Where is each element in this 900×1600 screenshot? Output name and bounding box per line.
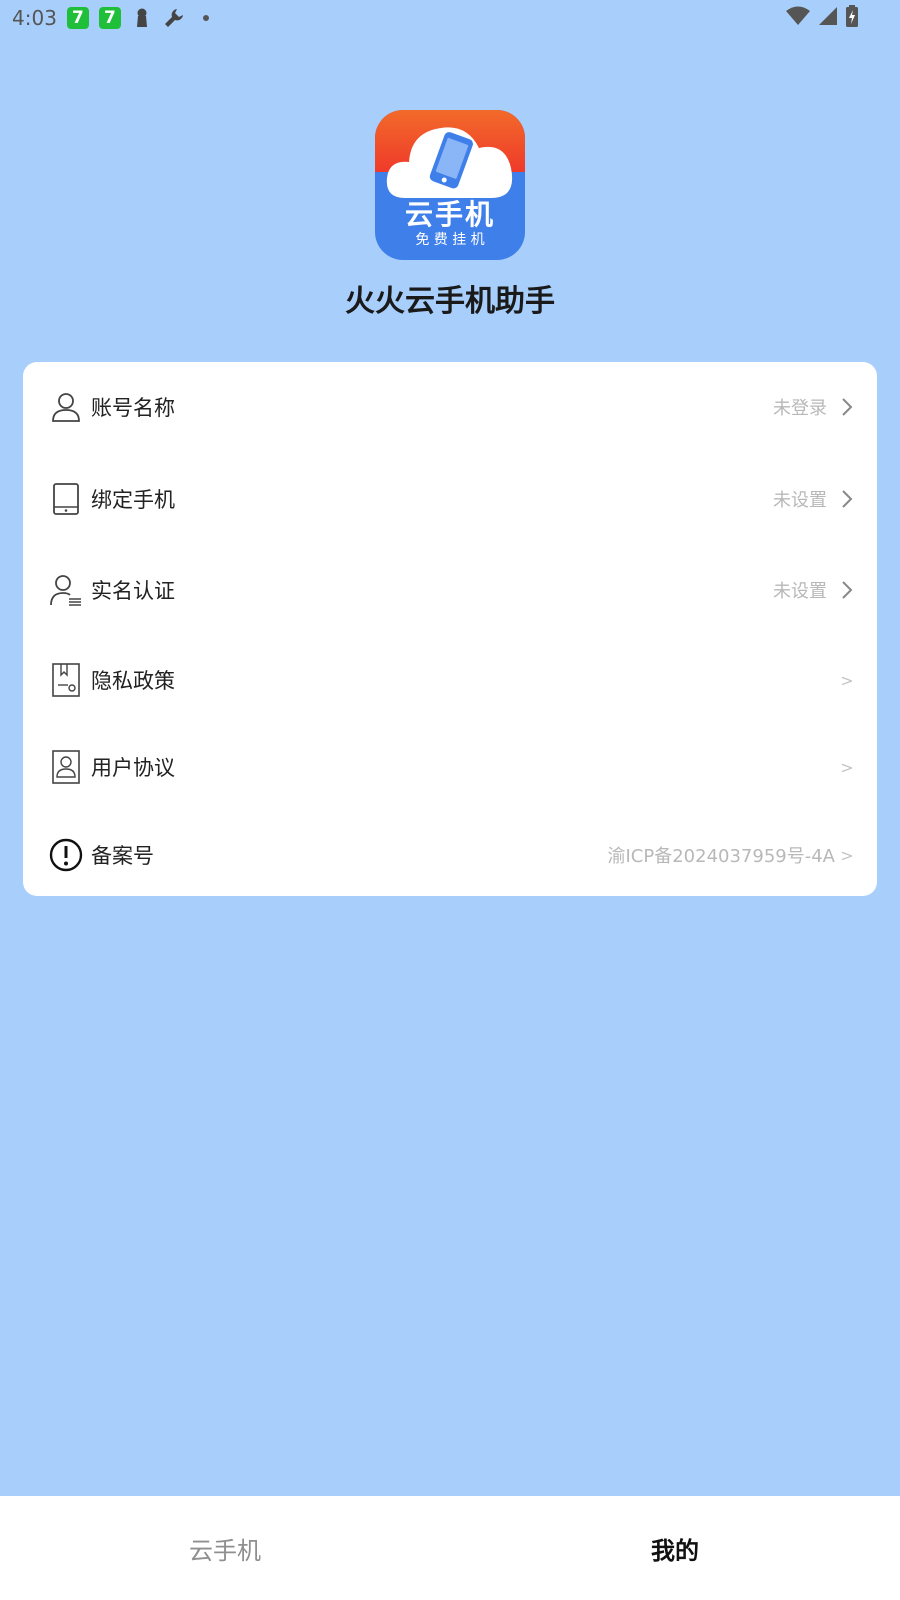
dot-icon: [195, 7, 217, 29]
chevron-right-icon: >: [840, 670, 854, 690]
wifi-icon: [786, 6, 810, 30]
menu-item-value: 未登录: [773, 398, 827, 419]
bottom-nav: 云手机 我的: [0, 1496, 900, 1600]
menu-item-real-name[interactable]: 实名认证 未设置: [23, 553, 877, 627]
app-notification-icon: 7: [98, 7, 121, 29]
app-name: 火火云手机助手: [345, 284, 555, 319]
status-right: [786, 5, 888, 31]
menu-item-bind-phone[interactable]: 绑定手机 未设置: [23, 462, 877, 536]
chevron-right-icon: >: [840, 845, 854, 865]
tab-mine[interactable]: 我的: [450, 1496, 900, 1600]
user-icon: [49, 390, 83, 424]
menu-item-label: 绑定手机: [91, 488, 175, 512]
status-bar: 4:03 7 7: [0, 0, 900, 36]
menu-item-account[interactable]: 账号名称 未登录: [23, 370, 877, 444]
menu-item-label: 实名认证: [91, 579, 175, 603]
menu-item-privacy[interactable]: 隐私政策 >: [23, 645, 877, 715]
menu-item-label: 备案号: [91, 844, 154, 868]
chevron-right-icon: >: [840, 757, 854, 777]
app-notification-icon: 7: [66, 7, 89, 29]
chevron-right-icon: [839, 579, 855, 601]
tab-cloud-phone[interactable]: 云手机: [0, 1496, 450, 1600]
phone-icon: [49, 482, 83, 516]
wrench-icon: [163, 7, 185, 29]
status-time: 4:03: [12, 6, 57, 30]
status-left: 4:03 7 7: [12, 6, 217, 30]
menu-item-label: 账号名称: [91, 396, 175, 420]
id-verify-icon: [49, 573, 83, 607]
menu-item-user-agreement[interactable]: 用户协议 >: [23, 732, 877, 802]
app-logo: 云手机 免 费 挂 机: [375, 110, 525, 260]
logo-title: 云手机: [404, 198, 495, 231]
signal-icon: [818, 6, 838, 30]
menu-item-value: 未设置: [773, 581, 827, 602]
chevron-right-icon: [839, 488, 855, 510]
menu-item-label: 隐私政策: [91, 669, 175, 693]
menu-item-icp-record[interactable]: 备案号 渝ICP备2024037959号-4A >: [23, 818, 877, 892]
agreement-icon: [49, 750, 83, 784]
settings-card: 账号名称 未登录 绑定手机 未设置 实名认证 未设置 隐私政策 > 用户协议 >…: [23, 362, 877, 896]
chevron-right-icon: [839, 396, 855, 418]
exclamation-icon: [49, 838, 83, 872]
profile-page: 4:03 7 7 云手机 免 费 挂 机 火火云手机助手 账号名称 未登录 绑定…: [0, 0, 900, 1600]
logo-subtitle: 免 费 挂 机: [415, 232, 485, 248]
battery-icon: [846, 5, 858, 31]
document-icon: [49, 663, 83, 697]
menu-item-value: 渝ICP备2024037959号-4A: [607, 846, 835, 867]
menu-item-label: 用户协议: [91, 756, 175, 780]
menu-item-value: 未设置: [773, 490, 827, 511]
keyhole-icon: [131, 7, 153, 29]
